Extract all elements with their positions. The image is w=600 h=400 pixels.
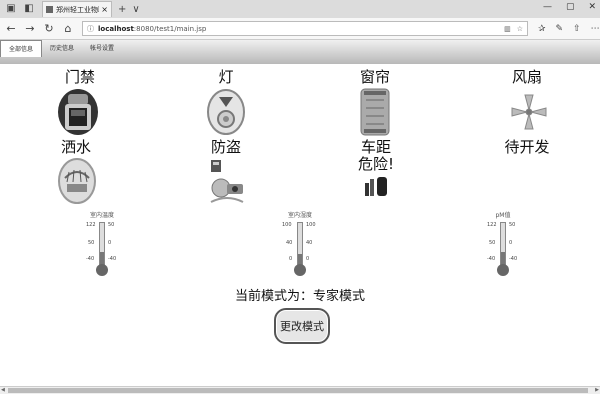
address-bar[interactable]: ⓘ localhost :8080/test1/main.jsp ▥ ☆	[82, 21, 528, 36]
device-door: 门禁	[35, 69, 125, 86]
device-curtain: 窗帘	[330, 69, 420, 86]
device-pending: 待开发	[482, 139, 572, 156]
gauge-tick: 100	[282, 222, 292, 228]
curtain-icon[interactable]	[360, 88, 390, 136]
gauge-tick: 100	[306, 222, 316, 228]
device-label: 防盗	[210, 138, 241, 156]
lock-icon[interactable]	[57, 88, 99, 136]
gauge-tick: 122	[487, 222, 497, 228]
horizontal-scrollbar[interactable]: ◀ ▶	[0, 386, 600, 394]
gauge-pm: pM值 122 50 -40 50 0 -40	[473, 210, 533, 280]
gauge-tick: 0	[306, 256, 310, 262]
gauge-tube	[297, 222, 303, 268]
gauge-tick: 40	[286, 240, 293, 246]
window-controls: — ▢ ✕	[543, 2, 596, 12]
share-icon[interactable]: ⇧	[573, 24, 581, 34]
gauge-bulb	[96, 264, 108, 276]
gauge-title: 室内湿度	[287, 212, 312, 219]
browser-tabbar: ▣ ◧ 郑州轻工业物联网Web... × + ∨ — ▢ ✕	[0, 0, 600, 18]
browser-tab[interactable]: 郑州轻工业物联网Web... ×	[42, 1, 112, 17]
gauge-tick: 50	[489, 240, 496, 246]
device-light: 灯	[181, 69, 271, 86]
gauge-title: 室内温度	[89, 212, 114, 219]
back-arrow-icon[interactable]: ←	[3, 22, 19, 35]
gauge-indoor-humidity: 室内湿度 100 40 0 100 40 0	[270, 210, 330, 280]
gauge-tick: -40	[86, 256, 95, 262]
pen-icon[interactable]: ✎	[556, 24, 564, 34]
device-sprinkler: 洒水	[31, 139, 121, 156]
app-header: 全部信息 历史信息 帐号设置	[0, 40, 600, 64]
reading-view-icon[interactable]: ▥	[504, 25, 511, 33]
tab-actions-icon[interactable]: ▣	[4, 2, 18, 16]
scroll-left-icon[interactable]: ◀	[1, 387, 5, 393]
gauge-tick: -40	[509, 256, 518, 262]
gauge-tick: 50	[88, 240, 95, 246]
gauge-bulb	[294, 264, 306, 276]
sprinkler-icon[interactable]	[58, 158, 96, 204]
burglar-icon[interactable]	[207, 158, 247, 204]
url-path: :8080/test1/main.jsp	[133, 24, 207, 33]
favicon-icon	[46, 6, 53, 13]
gauge-tick: 122	[86, 222, 96, 228]
car-distance-icon[interactable]	[364, 175, 388, 197]
lightbulb-icon[interactable]	[207, 89, 245, 135]
device-label: 门禁	[64, 68, 95, 86]
forward-arrow-icon[interactable]: →	[22, 22, 38, 35]
close-window-icon[interactable]: ✕	[588, 2, 596, 12]
gauge-tick: -40	[487, 256, 496, 262]
device-label: 待开发	[504, 138, 550, 156]
app-nav: 全部信息 历史信息 帐号设置	[0, 40, 600, 57]
favorite-star-icon[interactable]: ☆	[517, 25, 523, 33]
scroll-right-icon[interactable]: ▶	[595, 387, 599, 393]
more-icon[interactable]: ⋯	[591, 24, 600, 34]
device-label: 风扇	[511, 68, 542, 86]
car-distance-status: 危险!	[357, 155, 394, 173]
gauge-tick: 50	[509, 222, 516, 228]
device-fan: 风扇	[482, 69, 572, 86]
fan-icon[interactable]	[510, 92, 548, 132]
gauge-tick: 0	[108, 240, 112, 246]
device-label: 窗帘	[359, 68, 390, 86]
gauge-tick: 40	[306, 240, 313, 246]
gauge-tick: -40	[108, 256, 117, 262]
gauge-tick: 50	[108, 222, 115, 228]
favorites-hub-icon[interactable]: ✰	[538, 24, 546, 34]
nav-item-account[interactable]: 帐号设置	[82, 40, 122, 57]
home-icon[interactable]: ⌂	[60, 22, 76, 35]
nav-item-history[interactable]: 历史信息	[42, 40, 82, 57]
new-tab-icon[interactable]: +	[118, 4, 126, 15]
tab-back-icon[interactable]: ◧	[22, 2, 36, 16]
browser-navbar: ← → ↻ ⌂ ⓘ localhost :8080/test1/main.jsp…	[0, 18, 600, 40]
refresh-icon[interactable]: ↻	[41, 22, 57, 35]
tab-close-icon[interactable]: ×	[101, 5, 108, 14]
device-burglar: 防盗	[181, 139, 271, 156]
url-host: localhost	[98, 24, 134, 33]
current-mode-text: 当前模式为：专家模式	[234, 289, 365, 304]
scrollbar-thumb[interactable]	[8, 388, 588, 393]
gauge-bulb	[497, 264, 509, 276]
tab-list-icon[interactable]: ∨	[132, 4, 139, 15]
device-car-distance: 车距 危险!	[331, 139, 421, 173]
gauge-tube	[500, 222, 506, 268]
gauge-title: pM值	[495, 212, 511, 219]
info-icon: ⓘ	[87, 24, 94, 33]
device-label: 车距	[360, 138, 391, 156]
tab-title: 郑州轻工业物联网Web...	[56, 5, 99, 14]
app-root: ▣ ◧ 郑州轻工业物联网Web... × + ∨ — ▢ ✕ ← → ↻ ⌂ ⓘ…	[0, 0, 600, 400]
browser-toolbar-right: ✰ ✎ ⇧ ⋯	[538, 24, 600, 34]
device-label: 灯	[218, 68, 234, 86]
gauge-tube	[99, 222, 105, 268]
gauge-tick: 0	[509, 240, 513, 246]
change-mode-button[interactable]: 更改模式	[274, 308, 330, 344]
minimize-icon[interactable]: —	[543, 2, 552, 12]
gauge-tick: 0	[289, 256, 293, 262]
device-label: 洒水	[60, 138, 91, 156]
gauge-indoor-temp: 室内温度 122 50 -40 50 0 -40	[72, 210, 132, 280]
maximize-icon[interactable]: ▢	[566, 2, 575, 12]
nav-item-all-info[interactable]: 全部信息	[0, 40, 43, 57]
